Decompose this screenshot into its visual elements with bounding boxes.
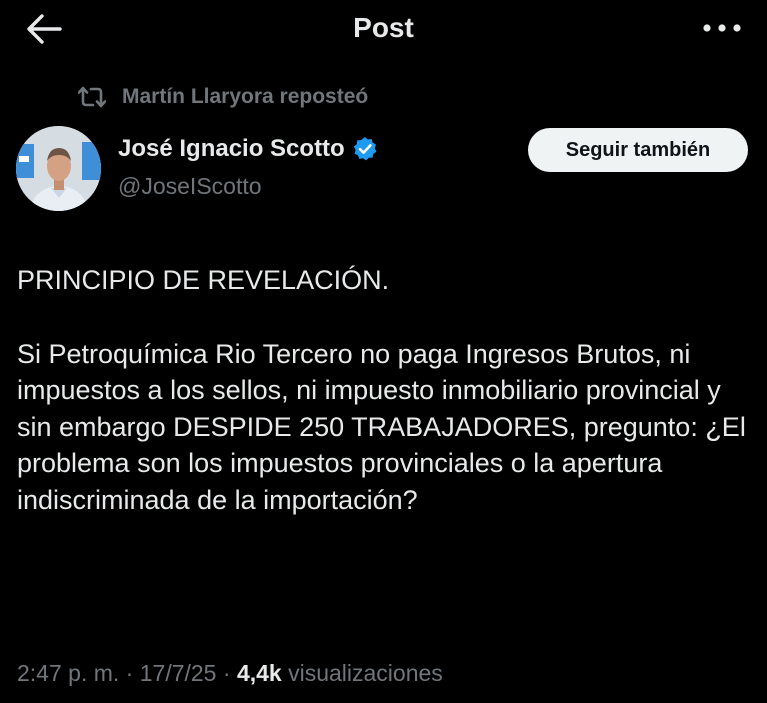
meta-separator: ·	[222, 660, 231, 686]
verified-badge-icon	[353, 137, 377, 161]
views-label[interactable]: visualizaciones	[288, 660, 443, 686]
repost-indicator[interactable]: Martín Llaryora reposteó	[78, 84, 368, 110]
author-handle[interactable]: @JoseIScotto	[118, 173, 262, 200]
top-bar: Post	[0, 0, 767, 58]
author-name-row[interactable]: José Ignacio Scotto	[118, 135, 378, 163]
post-time[interactable]: 2:47 p. m.	[17, 660, 119, 686]
repost-label: Martín Llaryora reposteó	[122, 85, 369, 108]
meta-separator: ·	[125, 660, 134, 686]
views-count[interactable]: 4,4k	[237, 660, 282, 686]
post-metadata: 2:47 p. m. · 17/7/25 · 4,4k visualizacio…	[17, 660, 443, 687]
follow-button[interactable]: Seguir también	[528, 128, 748, 172]
avatar[interactable]	[16, 126, 101, 211]
post-text: PRINCIPIO DE REVELACIÓN. Si Petroquímica…	[17, 262, 757, 519]
more-options-button[interactable]	[700, 14, 744, 42]
author-name[interactable]: José Ignacio Scotto	[118, 135, 345, 163]
post-heading: PRINCIPIO DE REVELACIÓN.	[17, 265, 390, 295]
repost-icon	[78, 86, 106, 108]
page-title: Post	[353, 12, 414, 43]
post-body: Si Petroquímica Rio Tercero no paga Ingr…	[17, 338, 746, 515]
post-date[interactable]: 17/7/25	[140, 660, 217, 686]
more-horizontal-icon	[703, 24, 741, 32]
